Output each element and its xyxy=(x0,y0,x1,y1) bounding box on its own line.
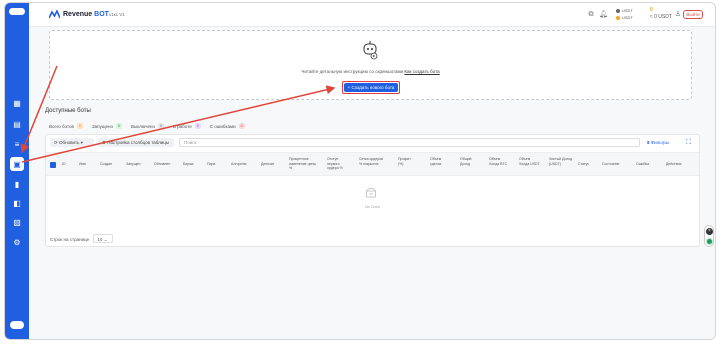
col-deposit[interactable]: Депозит xyxy=(261,162,274,167)
fullscreen-icon[interactable]: ⛶ xyxy=(684,138,693,147)
copy-icon[interactable]: ⧉ xyxy=(587,11,595,19)
col-net-income[interactable]: Чистый Доход (USDT) xyxy=(549,157,573,166)
col-hold-usdt[interactable]: Объем Холда USDT xyxy=(519,157,541,166)
col-name[interactable]: Имя xyxy=(79,162,86,167)
col-state[interactable]: Состояние xyxy=(602,162,619,167)
coins-info: 0 ≈ 0 USDT xyxy=(650,7,672,20)
col-exchange[interactable]: Биржа xyxy=(183,162,194,167)
col-id[interactable]: ID xyxy=(62,162,66,167)
bell-icon[interactable]: 🔔︎ xyxy=(599,11,608,19)
tab-stopped[interactable]: Выключено 0 xyxy=(131,123,164,129)
rows-per-page-select[interactable]: 10 ⌄ xyxy=(93,234,114,243)
no-data-text: No Data xyxy=(365,204,380,209)
col-error[interactable]: Ошибка xyxy=(636,162,649,167)
filters-button[interactable]: ⩩ Фильтры xyxy=(647,138,677,147)
refresh-button[interactable]: ⟳ Обновить ▾ xyxy=(50,138,94,147)
top-bar: Revenue BOT v1кс V1 ⧉ 🔔︎ USDT USDT 0 ≈ 0… xyxy=(29,3,715,27)
chat-icon[interactable] xyxy=(706,238,713,245)
stats-icon[interactable]: ▮ xyxy=(12,180,22,190)
search-input[interactable]: Поиск xyxy=(179,138,640,147)
col-order-grid[interactable]: Сетка ордеров % покрытия xyxy=(359,157,385,166)
instruction-hint: Читайте детальную инструкцию со скриншот… xyxy=(301,69,440,74)
col-profit[interactable]: Профит (%) xyxy=(398,157,414,166)
bots-table: ⟳ Обновить ▾ ⚙ Настройка столбцов таблиц… xyxy=(45,134,700,247)
col-started[interactable]: Запущен xyxy=(126,162,140,167)
col-status[interactable]: Статус xyxy=(578,162,589,167)
col-actions: Действия xyxy=(666,162,682,166)
tab-errors[interactable]: С ошибками 0 xyxy=(210,123,245,129)
exit-button[interactable]: Выйти xyxy=(683,10,703,19)
col-created[interactable]: Создан xyxy=(100,162,112,167)
brand-name: Revenue BOT xyxy=(63,11,109,18)
robot-icon xyxy=(363,41,378,60)
gift-icon[interactable]: ▧ xyxy=(12,218,22,228)
empty-box-icon xyxy=(366,188,376,198)
tab-running[interactable]: Запущено 0 xyxy=(92,123,122,129)
app-window: ▦ ▤ ≡ ▣ ▮ ◧ ▧ ⚙ Revenue BOT v1кс V1 ⧉ 🔔︎… xyxy=(4,2,716,340)
tab-all[interactable]: Всего ботов 0 xyxy=(49,123,83,129)
sidebar: ▦ ▤ ≡ ▣ ▮ ◧ ▧ ⚙ xyxy=(5,3,29,339)
dashboard-icon[interactable]: ▦ xyxy=(12,99,22,109)
balance-info: USDT USDT xyxy=(616,7,633,21)
col-first-order-offset[interactable]: Отступ первого ордера % xyxy=(327,157,349,171)
create-bot-button[interactable]: + Создать нового бота xyxy=(344,83,398,92)
close-icon[interactable]: × xyxy=(706,228,713,235)
select-all-checkbox[interactable] xyxy=(50,162,56,168)
col-trade-volume[interactable]: Объем сделок xyxy=(430,157,450,166)
user-icon[interactable]: ♙ xyxy=(674,11,682,19)
wallet-icon[interactable]: ◧ xyxy=(12,199,22,209)
floating-widget: × xyxy=(704,225,714,247)
col-pair[interactable]: Пара xyxy=(207,162,215,167)
logo-icon xyxy=(49,10,60,19)
bots-icon[interactable]: ▣ xyxy=(10,157,24,171)
sidebar-bottom-toggle[interactable] xyxy=(10,321,24,329)
status-tabs: Всего ботов 0 Запущено 0 Выключено 0 В рабо… xyxy=(49,123,245,129)
col-total-income[interactable]: Общий Доход xyxy=(460,157,480,166)
sidebar-collapse-toggle[interactable] xyxy=(9,8,25,15)
col-algorithm[interactable]: Алгоритм xyxy=(231,162,246,167)
create-bot-panel: Читайте детальную инструкцию со скриншот… xyxy=(49,30,692,100)
calendar-icon[interactable]: ▤ xyxy=(12,120,22,130)
list-icon[interactable]: ≡ xyxy=(12,140,22,150)
section-title: Доступные боты xyxy=(45,108,91,114)
col-updated[interactable]: Обновлен xyxy=(154,162,170,167)
col-price-change[interactable]: Процентное изменение цены % xyxy=(289,157,319,171)
columns-settings-button[interactable]: ⚙ Настройка столбцов таблицы xyxy=(98,138,174,147)
instruction-link[interactable]: Как создать бота xyxy=(404,69,439,74)
table-header: ID Имя Создан Запущен Обновлен Биржа Пар… xyxy=(46,152,699,176)
col-hold-btc[interactable]: Объем Холда BTC xyxy=(489,157,511,166)
app-version: v1кс V1 xyxy=(109,12,125,17)
rows-per-page: Строк на странице 10 ⌄ xyxy=(50,234,114,244)
tab-in-progress[interactable]: В работе 0 xyxy=(173,123,201,129)
settings-icon[interactable]: ⚙ xyxy=(12,238,22,248)
